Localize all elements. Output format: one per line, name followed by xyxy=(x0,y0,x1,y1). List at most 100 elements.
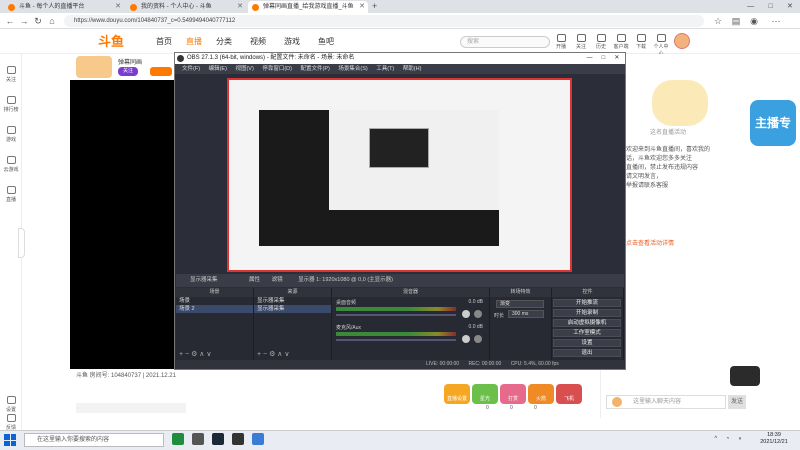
taskbar-search-input[interactable]: 在这里输入你要搜索的内容 xyxy=(24,433,164,447)
network-icon[interactable]: ◔ xyxy=(726,436,730,444)
studio-mode-button[interactable]: 工作室模式 xyxy=(553,329,621,337)
obs-menu-view[interactable]: 视图(V) xyxy=(235,66,253,72)
volume-slider[interactable] xyxy=(336,314,456,316)
avatar[interactable] xyxy=(674,33,690,49)
obs-menu-docks[interactable]: 停靠窗口(D) xyxy=(262,66,292,72)
edge-icon[interactable] xyxy=(172,433,184,445)
sidebar-item-settings[interactable]: 设置 xyxy=(0,396,22,413)
source-item[interactable]: 显示器采集 xyxy=(254,305,331,313)
profile-icon[interactable]: ◉ xyxy=(748,14,760,28)
windows-start-icon[interactable] xyxy=(4,434,16,446)
nav-category[interactable]: 分类 xyxy=(216,30,232,54)
sidebar-item-feedback[interactable]: 反馈 xyxy=(0,414,22,431)
obs-close-button[interactable]: ✕ xyxy=(614,53,619,64)
nav-video[interactable]: 视频 xyxy=(250,30,266,54)
properties-button[interactable]: 属性 xyxy=(249,277,260,283)
volume-slider[interactable] xyxy=(336,339,456,341)
sidebar-item-cloud-game[interactable]: 云游戏 xyxy=(0,156,22,173)
display-capture-preview[interactable] xyxy=(227,78,572,272)
gear-icon[interactable] xyxy=(474,310,482,318)
site-search-input[interactable]: 搜索 xyxy=(460,36,550,48)
sidebar-item-live[interactable]: 直播 xyxy=(0,186,22,203)
close-icon[interactable]: ✕ xyxy=(359,1,365,13)
gift-rocket[interactable]: 火箭 xyxy=(528,384,554,404)
forward-icon[interactable]: → xyxy=(18,14,30,28)
emoji-icon[interactable] xyxy=(612,397,622,407)
virtual-camera-button[interactable]: 启动虚拟摄像机 xyxy=(553,319,621,327)
display-select[interactable]: 显示器 1: 1920x1080 @ 0,0 (主显示器) xyxy=(298,277,393,283)
tab-profile[interactable]: 我的资料 - 个人中心 - 斗鱼 ✕ xyxy=(126,1,246,13)
header-follow[interactable]: 关注 xyxy=(572,34,590,50)
gift-tip[interactable]: 打赏 xyxy=(500,384,526,404)
close-icon[interactable]: ✕ xyxy=(237,1,243,13)
obs-menu-file[interactable]: 文件(F) xyxy=(182,66,200,72)
promo-badge[interactable] xyxy=(730,366,760,386)
close-icon[interactable]: ✕ xyxy=(115,1,121,13)
send-button[interactable]: 发送 xyxy=(728,395,746,409)
gift-plane[interactable]: 飞机 xyxy=(556,384,582,404)
tab-douyu-home[interactable]: 斗鱼 - 每个人的直播平台 ✕ xyxy=(4,1,124,13)
obs-menu-profile[interactable]: 配置文件(P) xyxy=(300,66,329,72)
reload-icon[interactable]: ↻ xyxy=(32,14,44,28)
obs-maximize-button[interactable]: □ xyxy=(602,53,606,64)
streamer-name[interactable]: 弹幕同画 xyxy=(118,57,142,66)
sources-toolbar[interactable]: + − ⚙ ∧ ∨ xyxy=(257,350,289,358)
douyu-logo[interactable]: 斗鱼 xyxy=(98,32,138,52)
speaker-icon[interactable] xyxy=(462,335,470,343)
obs-menu-scene-collection[interactable]: 场景集合(S) xyxy=(338,66,367,72)
minimize-button[interactable]: — xyxy=(747,0,754,13)
maximize-button[interactable]: □ xyxy=(768,0,772,13)
scene-item[interactable]: 场景 xyxy=(176,297,253,305)
close-window-button[interactable]: ✕ xyxy=(787,0,793,13)
source-item[interactable]: 显示器采集 xyxy=(254,297,331,305)
tab-live-room[interactable]: 弹幕同画直播_给我游戏直播_斗鱼 ✕ xyxy=(248,1,368,13)
collections-icon[interactable]: ▤ xyxy=(730,14,742,28)
duration-input[interactable]: 300 ms xyxy=(508,310,544,318)
url-field[interactable]: https://www.douyu.com/104840737_c=0.5499… xyxy=(64,15,704,27)
obs-menu-help[interactable]: 帮助(H) xyxy=(403,66,422,72)
side-ad[interactable]: 主播专 xyxy=(750,100,800,150)
sidebar-collapse-handle[interactable] xyxy=(18,228,25,258)
sidebar-item-follow[interactable]: 关注 xyxy=(0,66,22,83)
nav-live[interactable]: 直播 xyxy=(186,30,202,54)
streamer-avatar[interactable] xyxy=(76,56,112,78)
header-start-live[interactable]: 开播 xyxy=(552,34,570,50)
transition-type-select[interactable]: 渐变 xyxy=(496,300,544,308)
settings-button[interactable]: 设置 xyxy=(553,339,621,347)
menu-icon[interactable]: ⋯ xyxy=(770,14,782,28)
task-view-icon[interactable] xyxy=(192,433,204,445)
scene-item[interactable]: 场景 2 xyxy=(176,305,253,313)
start-streaming-button[interactable]: 开始推流 xyxy=(553,299,621,307)
gift-star[interactable]: 星光 xyxy=(472,384,498,404)
volume-icon[interactable]: ◖ xyxy=(738,436,742,444)
chat-input[interactable]: 这里输入聊天内容 xyxy=(606,395,726,409)
back-icon[interactable]: ← xyxy=(4,14,16,28)
obs-menu-tools[interactable]: 工具(T) xyxy=(376,66,394,72)
taskbar-clock[interactable]: 18:39 2021/12/21 xyxy=(752,432,796,446)
obs-minimize-button[interactable]: — xyxy=(587,53,593,64)
nav-home[interactable]: 首页 xyxy=(156,30,172,54)
sidebar-item-game[interactable]: 游戏 xyxy=(0,126,22,143)
filters-button[interactable]: 滤镜 xyxy=(272,277,283,283)
nav-yuba[interactable]: 鱼吧 xyxy=(318,30,334,54)
exit-button[interactable]: 退出 xyxy=(553,349,621,357)
favorites-icon[interactable]: ☆ xyxy=(712,14,724,28)
activity-link[interactable]: 点击查看活动详情 xyxy=(626,238,674,247)
obs-menu-edit[interactable]: 编辑(E) xyxy=(209,66,227,72)
steam-icon[interactable] xyxy=(212,433,224,445)
speaker-icon[interactable] xyxy=(462,310,470,318)
nav-game[interactable]: 游戏 xyxy=(284,30,300,54)
header-client[interactable]: 客户端 xyxy=(612,34,630,50)
sidebar-item-ranking[interactable]: 排行榜 xyxy=(0,96,22,113)
home-icon[interactable]: ⌂ xyxy=(46,14,58,28)
start-recording-button[interactable]: 开始录制 xyxy=(553,309,621,317)
chevron-up-icon[interactable]: ^ xyxy=(714,436,717,444)
header-download[interactable]: 下载 xyxy=(632,34,650,50)
file-explorer-icon[interactable] xyxy=(252,433,264,445)
gear-icon[interactable] xyxy=(474,335,482,343)
obs-taskbar-icon[interactable] xyxy=(232,433,244,445)
scenes-toolbar[interactable]: + − ⚙ ∧ ∨ xyxy=(179,350,211,358)
new-tab-button[interactable]: + xyxy=(372,0,377,13)
header-history[interactable]: 历史 xyxy=(592,34,610,50)
gift-settings[interactable]: 直播设置 xyxy=(444,384,470,404)
